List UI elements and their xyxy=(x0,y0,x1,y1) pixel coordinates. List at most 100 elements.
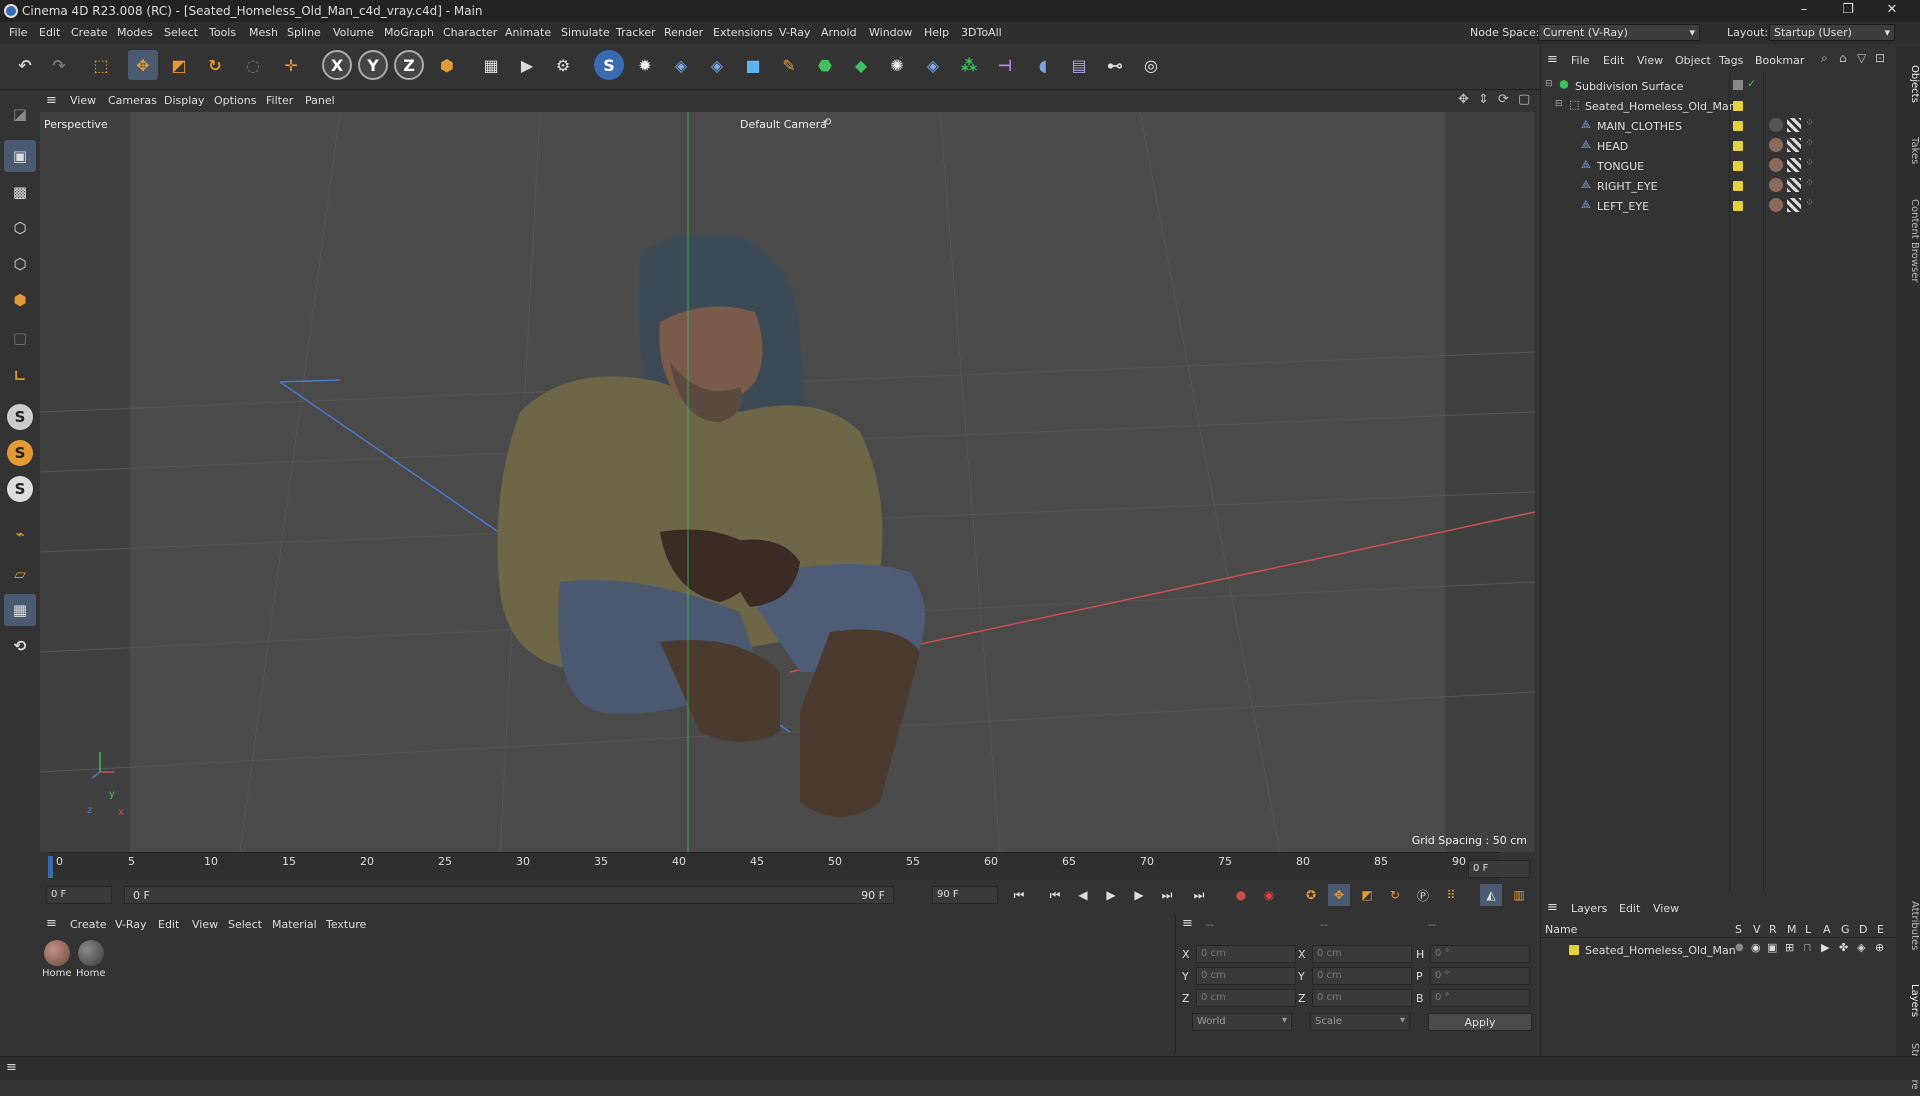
points-mode-icon[interactable]: ⬡ xyxy=(4,212,36,244)
redo-icon[interactable]: ↷ xyxy=(44,50,74,80)
previous-frame-icon[interactable]: ◀ xyxy=(1072,884,1094,906)
x-axis-lock-button[interactable]: X xyxy=(322,50,352,80)
next-frame-icon[interactable]: ▶ xyxy=(1128,884,1150,906)
y-axis-lock-button[interactable]: Y xyxy=(358,50,388,80)
lock-icon[interactable]: ⊓ xyxy=(1803,941,1812,954)
layer-color-swatch[interactable] xyxy=(1733,121,1743,131)
camera-icon[interactable]: ⊷ xyxy=(1100,50,1130,80)
menu-extensions[interactable]: Extensions xyxy=(713,26,773,39)
parameter-key-icon[interactable]: Ⓟ xyxy=(1412,884,1434,906)
solo-toggle-icon[interactable]: ● xyxy=(1735,942,1744,953)
uvw-tag-icon[interactable] xyxy=(1787,178,1801,192)
layer-menu-edit[interactable]: Edit xyxy=(1619,902,1640,915)
python-script-2-icon[interactable]: ◈ xyxy=(702,50,732,80)
uvw-tag-icon[interactable] xyxy=(1787,118,1801,132)
render-picture-viewer-icon[interactable]: ▶ xyxy=(512,50,542,80)
size-mode-select[interactable]: Scale ▾ xyxy=(1310,1013,1410,1031)
cube-icon[interactable]: ■ xyxy=(738,50,768,80)
object-row-tongue[interactable]: ⟁ TONGUE ⁘ xyxy=(1541,156,1897,176)
material-menu-vray[interactable]: V-Ray xyxy=(115,918,147,931)
model-mode-icon[interactable]: ▣ xyxy=(4,140,36,172)
vray-tag-icon[interactable]: ⁘ xyxy=(1805,196,1814,209)
vray-icon[interactable]: S xyxy=(594,50,624,80)
tab-attributes[interactable]: Attributes xyxy=(1896,886,1920,966)
current-frame-field[interactable]: 0 F xyxy=(1468,860,1530,878)
cloner-icon[interactable]: ⁂ xyxy=(954,50,984,80)
live-select-icon[interactable]: ⬚ xyxy=(86,50,116,80)
size-z-field[interactable]: 0 cm xyxy=(1312,989,1412,1007)
menu-character[interactable]: Character xyxy=(443,26,497,39)
layer-color-swatch[interactable] xyxy=(1733,201,1743,211)
uvw-tag-icon[interactable] xyxy=(1787,198,1801,212)
menu-spline[interactable]: Spline xyxy=(287,26,321,39)
manager-icon[interactable]: ⊞ xyxy=(1785,941,1794,954)
render-view-icon[interactable]: ▦ xyxy=(476,50,506,80)
hamburger-icon[interactable]: ≡ xyxy=(1547,900,1558,915)
axis-mode-icon[interactable]: ∟ xyxy=(4,360,36,392)
uv-mode-icon[interactable]: ▢ xyxy=(4,322,36,354)
material-tag-icon[interactable] xyxy=(1769,158,1783,172)
hamburger-icon[interactable]: ≡ xyxy=(46,916,57,931)
material-tag-icon[interactable] xyxy=(1769,178,1783,192)
hamburger-icon[interactable]: ≡ xyxy=(1547,52,1558,67)
menu-animate[interactable]: Animate xyxy=(505,26,551,39)
pos-x-field[interactable]: 0 cm xyxy=(1196,945,1296,963)
minimize-button[interactable]: – xyxy=(1784,2,1824,20)
recent-tool-icon[interactable]: ◌ xyxy=(238,50,268,80)
viewport-menu-display[interactable]: Display xyxy=(164,94,205,107)
grid-icon[interactable]: ▦ xyxy=(4,594,36,626)
position-key-icon[interactable]: ✥ xyxy=(1328,884,1350,906)
frame-range-slider[interactable]: 0 F 90 F xyxy=(124,886,894,904)
z-axis-lock-button[interactable]: Z xyxy=(394,50,424,80)
size-y-field[interactable]: 0 cm xyxy=(1312,967,1412,985)
subdivision-icon[interactable]: ⬣ xyxy=(810,50,840,80)
auto-keying-icon[interactable]: ◉ xyxy=(1258,884,1280,906)
layer-color-swatch[interactable] xyxy=(1733,101,1743,111)
menu-tracker[interactable]: Tracker xyxy=(616,26,656,39)
menu-arnold[interactable]: Arnold xyxy=(821,26,857,39)
material-menu-texture[interactable]: Texture xyxy=(326,918,366,931)
pan-view-icon[interactable]: ✥ xyxy=(1458,92,1469,107)
vray-tag-icon[interactable]: ⁘ xyxy=(1805,156,1814,169)
generator-icon[interactable]: ✤ xyxy=(1839,941,1848,954)
layer-color-swatch[interactable] xyxy=(1733,80,1743,90)
menu-edit[interactable]: Edit xyxy=(39,26,60,39)
light-bulb-icon[interactable]: ◎ xyxy=(1136,50,1166,80)
layer-menu-view[interactable]: View xyxy=(1653,902,1679,915)
scale-tool-icon[interactable]: ◩ xyxy=(164,50,194,80)
layer-color-swatch[interactable] xyxy=(1733,181,1743,191)
vray-tag-icon[interactable]: ⁘ xyxy=(1805,176,1814,189)
python-generator-icon[interactable]: ◈ xyxy=(918,50,948,80)
size-x-field[interactable]: 0 cm xyxy=(1312,945,1412,963)
collapse-icon[interactable]: ⊟ xyxy=(1545,79,1553,89)
go-to-end-icon[interactable]: ⏭ xyxy=(1188,884,1210,906)
point-level-key-icon[interactable]: ⠿ xyxy=(1440,884,1462,906)
maximize-view-icon[interactable]: ▢ xyxy=(1518,92,1530,107)
rotation-key-icon[interactable]: ↻ xyxy=(1384,884,1406,906)
make-editable-icon[interactable]: ◪ xyxy=(4,98,36,130)
tab-objects[interactable]: Objects xyxy=(1896,54,1920,114)
menu-mograph[interactable]: MoGraph xyxy=(384,26,434,39)
tab-content-browser[interactable]: Content Browser xyxy=(1896,186,1920,296)
edges-mode-icon[interactable]: ⬡ xyxy=(4,248,36,280)
object-menu-edit[interactable]: Edit xyxy=(1603,54,1624,67)
material-menu-select[interactable]: Select xyxy=(228,918,262,931)
hamburger-icon[interactable]: ≡ xyxy=(1182,916,1193,931)
vray-tag-icon[interactable]: ⁘ xyxy=(1805,136,1814,149)
eye-icon[interactable]: ◉ xyxy=(1751,941,1761,954)
move-tool-icon[interactable]: ✥ xyxy=(128,50,158,80)
field-icon[interactable]: ⊣ xyxy=(990,50,1020,80)
object-row-head[interactable]: ⟁ HEAD ⁘ xyxy=(1541,136,1897,156)
play-icon[interactable]: ▶ xyxy=(1100,884,1122,906)
layer-color-swatch[interactable] xyxy=(1733,161,1743,171)
pos-z-field[interactable]: 0 cm xyxy=(1196,989,1296,1007)
checkmark-icon[interactable]: ✓ xyxy=(1747,77,1756,90)
material-tag-icon[interactable] xyxy=(1769,198,1783,212)
menu-file[interactable]: File xyxy=(9,26,27,39)
object-menu-tags[interactable]: Tags xyxy=(1719,54,1743,67)
object-menu-view[interactable]: View xyxy=(1637,54,1663,67)
start-frame-field[interactable]: 0 F xyxy=(46,886,112,904)
new-window-icon[interactable]: ⊡ xyxy=(1875,51,1885,65)
menu-window[interactable]: Window xyxy=(869,26,912,39)
menu-tools[interactable]: Tools xyxy=(209,26,236,39)
